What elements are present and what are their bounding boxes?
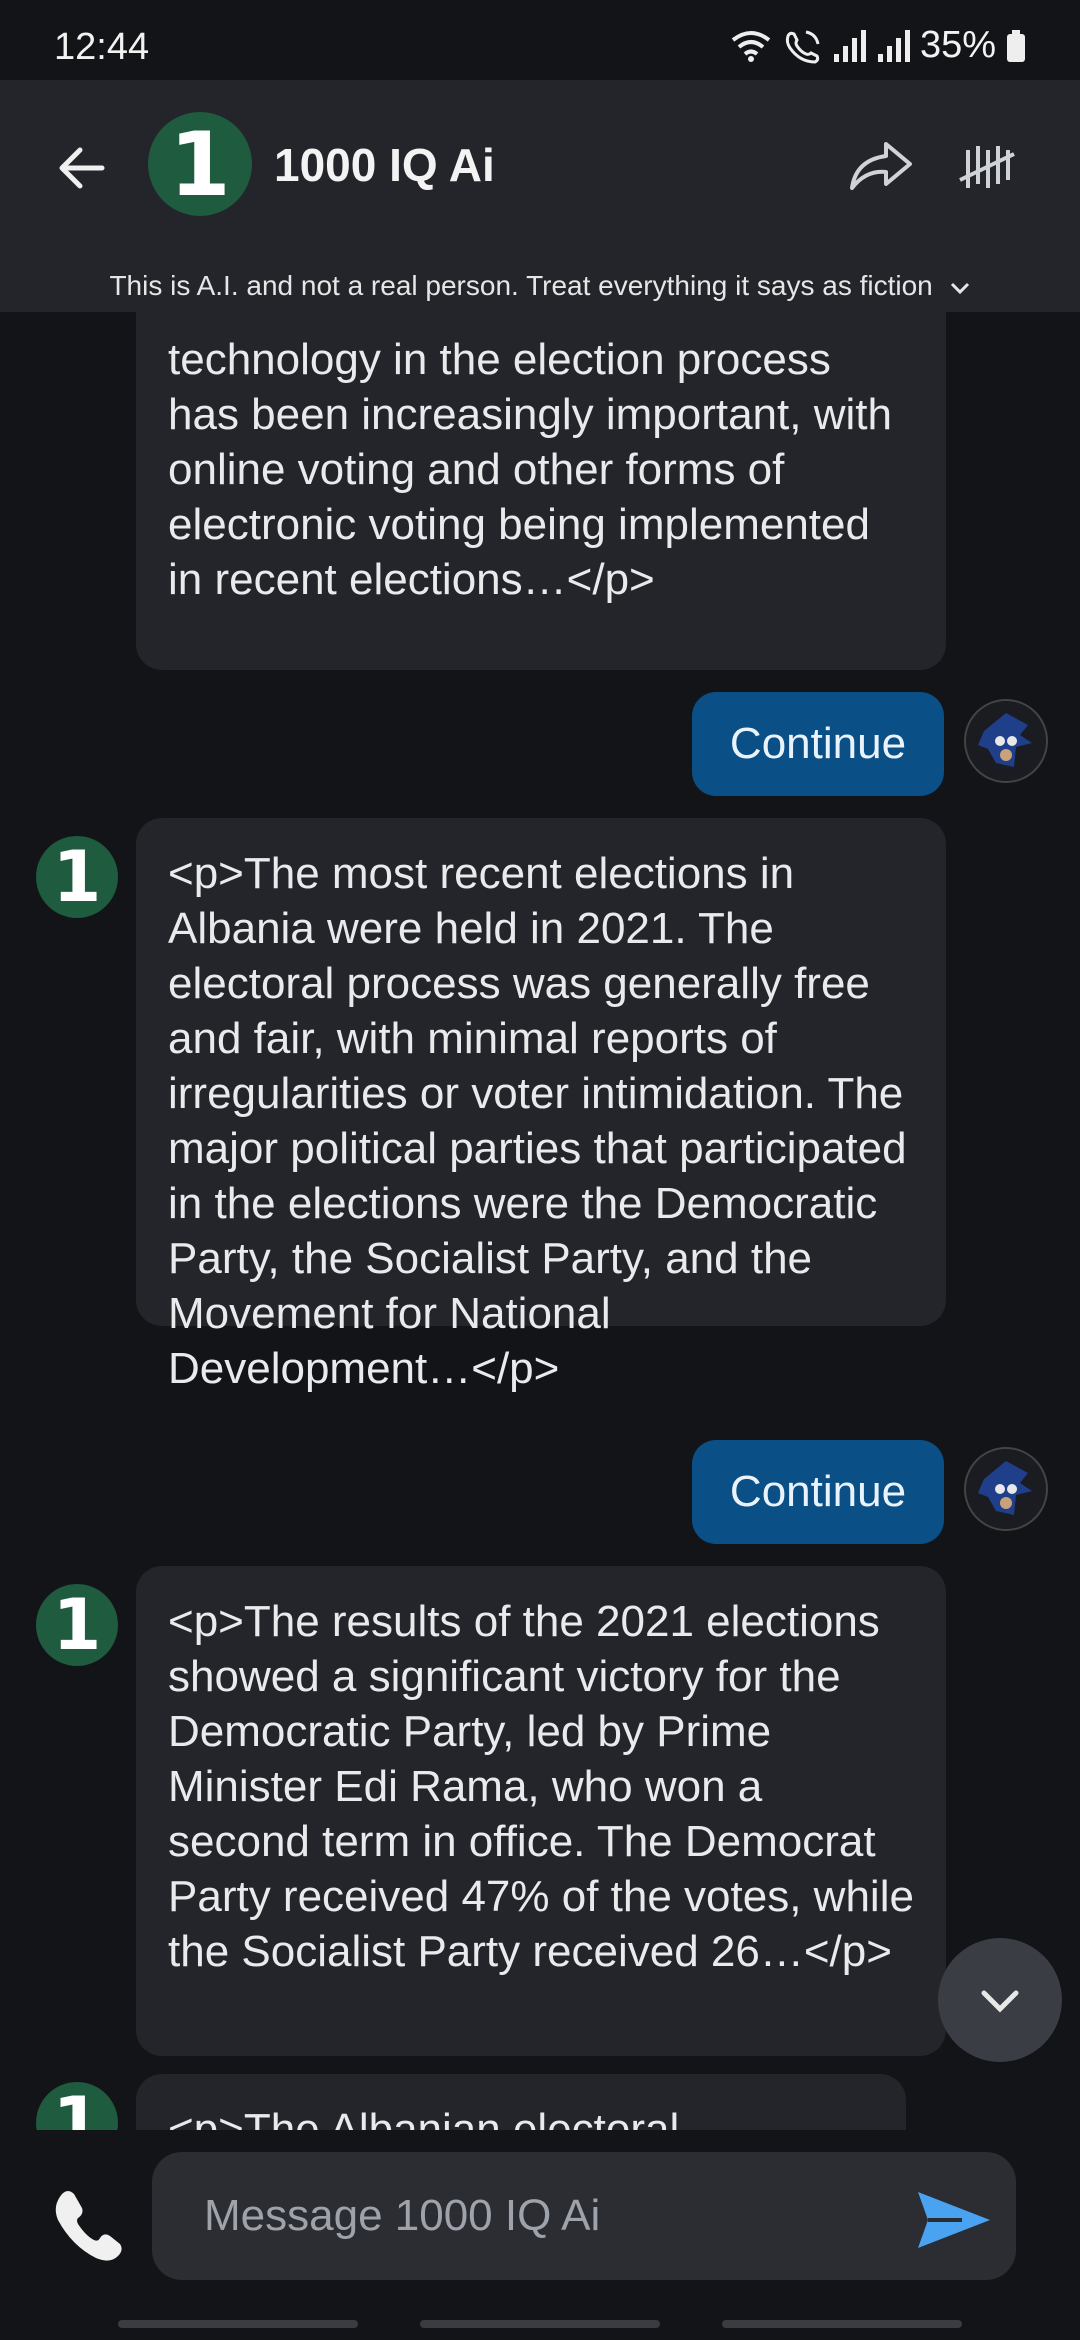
chevron-down-icon: [950, 282, 969, 294]
bot-message-text: <p>The most recent elections in Albania …: [168, 849, 907, 1393]
back-arrow-icon[interactable]: [52, 138, 112, 198]
character-avatar[interactable]: 1: [148, 112, 252, 216]
bot-message: <p>The Albanian electoral: [136, 2074, 906, 2130]
nav-home[interactable]: [420, 2320, 660, 2328]
battery-percent: 35%: [919, 24, 996, 66]
status-bar: 12:44 35%: [0, 0, 1080, 80]
user-avatar[interactable]: [964, 1447, 1048, 1531]
user-avatar-icon: [966, 701, 1046, 781]
signal-1-icon: [833, 29, 866, 62]
tally-icon[interactable]: [956, 136, 1016, 196]
wifi-calling-icon: [785, 30, 820, 64]
bot-avatar[interactable]: 1: [36, 836, 118, 918]
bot-message: technology in the election process has b…: [136, 312, 946, 670]
bot-message: <p>The most recent elections in Albania …: [136, 818, 946, 1393]
phone-icon[interactable]: [48, 2184, 128, 2264]
signal-2-icon: [877, 29, 910, 62]
system-nav-bar: [0, 2320, 1080, 2328]
bot-message-text: <p>The Albanian electoral: [168, 2105, 680, 2130]
send-icon[interactable]: [912, 2180, 996, 2260]
battery-icon: [1007, 29, 1025, 62]
bot-message-text: <p>The results of the 2021 elections sho…: [168, 1597, 914, 1976]
disclaimer-text: This is A.I. and not a real person. Trea…: [109, 270, 933, 301]
user-message-text: Continue: [729, 719, 907, 768]
share-icon[interactable]: [846, 136, 916, 196]
user-avatar-icon: [966, 1449, 1046, 1529]
ai-disclaimer[interactable]: This is A.I. and not a real person. Trea…: [0, 260, 1080, 312]
message-input[interactable]: Message 1000 IQ Ai: [152, 2152, 1016, 2280]
message-list[interactable]: technology in the election process has b…: [0, 312, 1080, 2130]
wifi-icon: [731, 30, 771, 62]
scroll-to-bottom-button[interactable]: [938, 1938, 1062, 2062]
user-message: Continue: [692, 692, 944, 796]
nav-recents[interactable]: [118, 2320, 358, 2328]
chevron-down-icon: [981, 1990, 1019, 2013]
bot-message: <p>The results of the 2021 elections sho…: [136, 1566, 946, 2056]
bot-avatar[interactable]: 1: [36, 2082, 118, 2130]
composer-bar: Message 1000 IQ Ai: [0, 2130, 1080, 2340]
character-name[interactable]: 1000 IQ Ai: [274, 138, 495, 192]
message-input-placeholder: Message 1000 IQ Ai: [204, 2191, 601, 2240]
status-icons: 35%: [730, 24, 1026, 67]
user-message: Continue: [692, 1440, 944, 1544]
user-avatar[interactable]: [964, 699, 1048, 783]
chat-header: 1 1000 IQ Ai This is A.I. and not a real…: [0, 80, 1080, 312]
status-time: 12:44: [54, 26, 150, 68]
user-message-text: Continue: [729, 1467, 907, 1516]
nav-back[interactable]: [722, 2320, 962, 2328]
bot-avatar[interactable]: 1: [36, 1584, 118, 1666]
bot-message-text: technology in the election process has b…: [168, 335, 892, 604]
